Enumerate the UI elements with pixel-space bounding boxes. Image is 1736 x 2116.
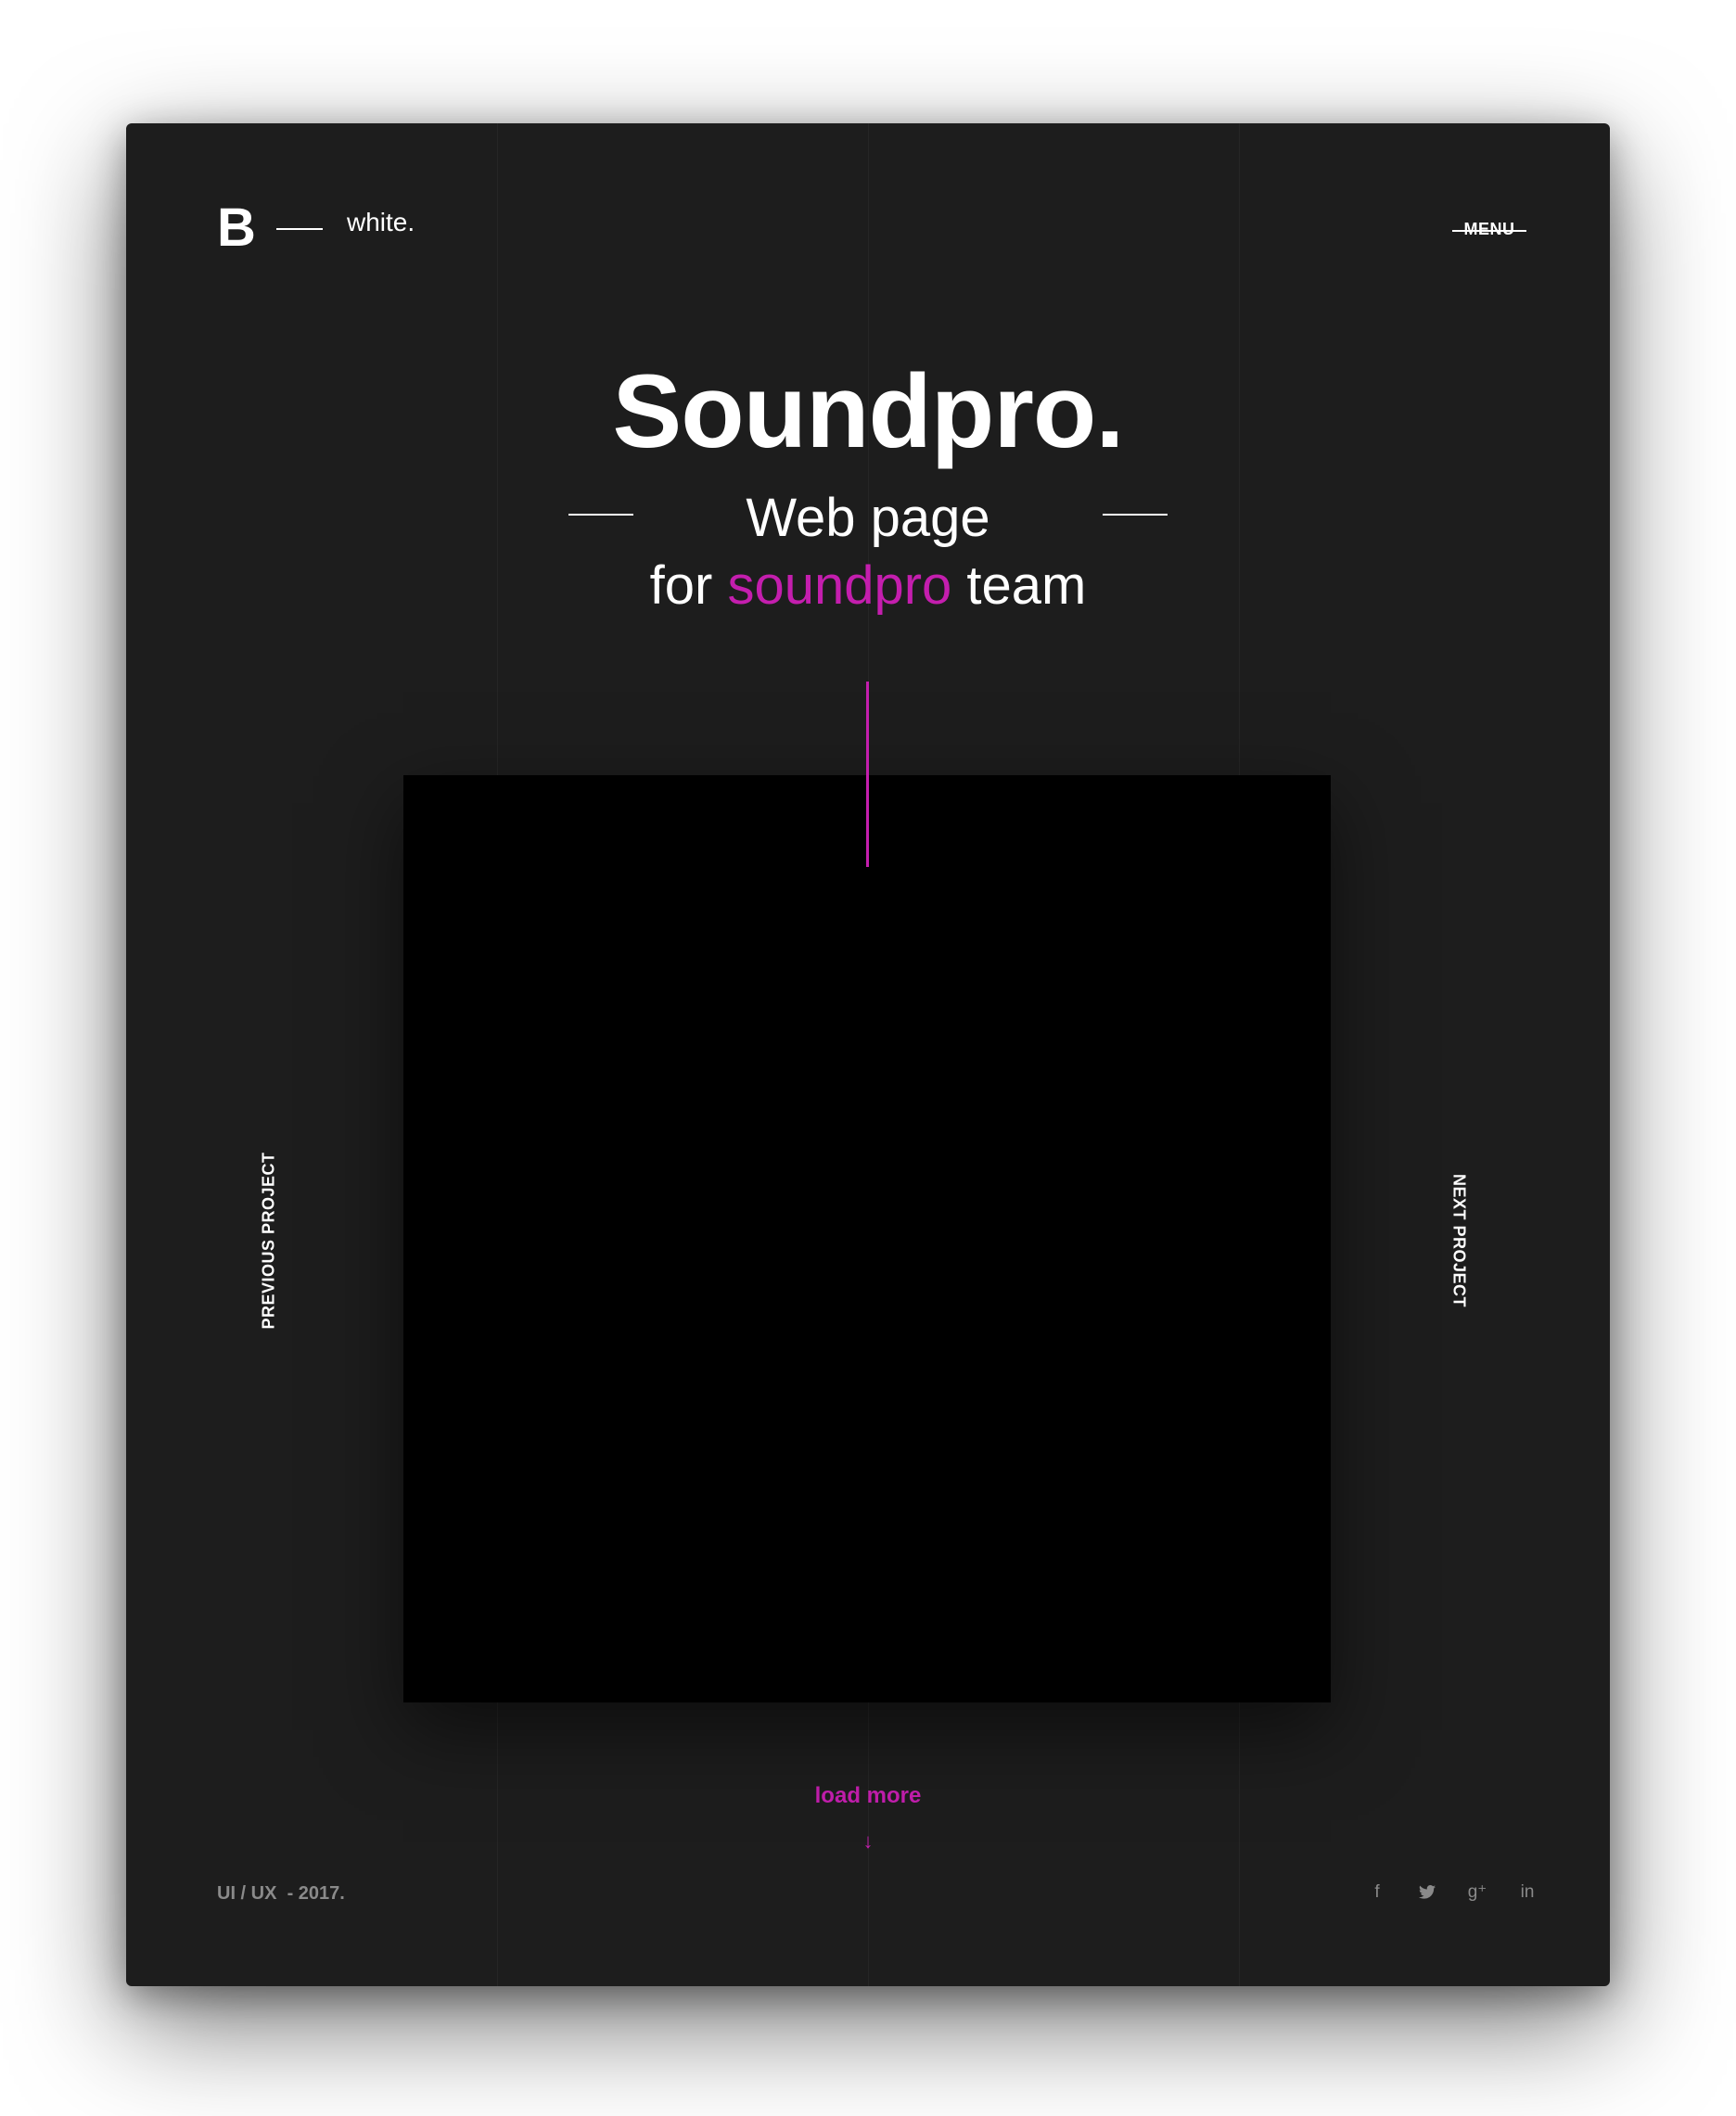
social-links: f g⁺ in: [1352, 1883, 1552, 1901]
twitter-icon[interactable]: [1402, 1885, 1452, 1899]
menu-label: MENU: [1463, 219, 1515, 238]
google-plus-icon[interactable]: g⁺: [1452, 1883, 1502, 1901]
subtitle-line-2: for soundpro team: [126, 559, 1610, 613]
subtitle-line-1: Web page: [746, 488, 990, 548]
linkedin-icon[interactable]: in: [1502, 1883, 1552, 1901]
logo-divider: [276, 228, 323, 230]
page-title: Soundpro.: [612, 353, 1125, 469]
subtitle-pre: for: [649, 555, 728, 616]
logo-mark[interactable]: B: [217, 201, 256, 255]
arrow-down-icon[interactable]: ↓: [126, 1831, 1610, 1852]
next-project-link[interactable]: NEXT PROJECT: [1449, 1174, 1469, 1307]
subtitle-accent: soundpro: [727, 555, 952, 616]
facebook-icon[interactable]: f: [1352, 1883, 1402, 1901]
load-more-link[interactable]: load more: [126, 1783, 1610, 1809]
project-preview-image[interactable]: [403, 775, 1331, 1702]
footer-meta: UI / UX - 2017.: [217, 1883, 345, 1904]
accent-vertical-line: [866, 682, 869, 867]
menu-button[interactable]: MENU: [1452, 218, 1526, 240]
previous-project-link[interactable]: PREVIOUS PROJECT: [260, 1152, 279, 1329]
page-frame: B white. MENU Soundpro. Web page for sou…: [126, 123, 1610, 1986]
logo-wordmark[interactable]: white.: [347, 210, 415, 236]
subtitle-post: team: [951, 555, 1087, 616]
